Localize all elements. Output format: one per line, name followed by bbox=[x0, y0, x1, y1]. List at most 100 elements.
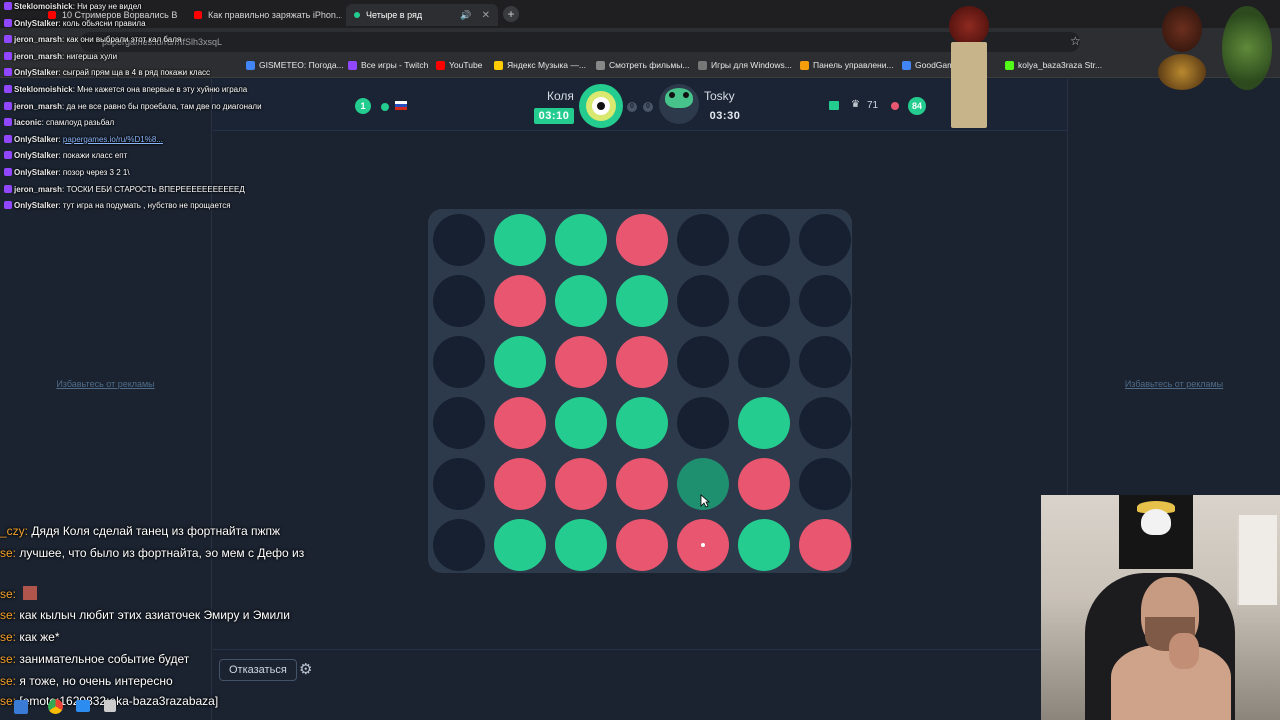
chat-username[interactable]: jeron_marsh bbox=[14, 102, 62, 111]
board-cell-r4-c2[interactable] bbox=[555, 458, 607, 510]
frog-icon bbox=[665, 88, 693, 108]
board-cell-r1-c0[interactable] bbox=[433, 275, 485, 327]
board-cell-r0-c1[interactable] bbox=[494, 214, 546, 266]
youtube-icon bbox=[194, 11, 202, 19]
wax-seal-icon bbox=[949, 6, 989, 46]
chat-username[interactable]: _czy: bbox=[0, 524, 28, 538]
chat-username[interactable]: jeron_marsh bbox=[14, 185, 62, 194]
chat-username[interactable]: se: bbox=[0, 587, 16, 601]
chrome-icon[interactable] bbox=[48, 699, 63, 714]
board-cell-r3-c2[interactable] bbox=[555, 397, 607, 449]
board-cell-r3-c3[interactable] bbox=[616, 397, 668, 449]
board-cell-r5-c5[interactable] bbox=[738, 519, 790, 571]
badge-icon bbox=[4, 51, 12, 60]
bookmark-control-panel[interactable]: Панель управлени... bbox=[800, 60, 894, 70]
board-cell-r0-c2[interactable] bbox=[555, 214, 607, 266]
bookmark-yandex-music[interactable]: Яндекс Музыка —... bbox=[494, 60, 586, 70]
board-cell-r1-c1[interactable] bbox=[494, 275, 546, 327]
board-cell-r1-c2[interactable] bbox=[555, 275, 607, 327]
game-footer: Отказаться ⚙ bbox=[213, 649, 1067, 720]
board-cell-r5-c0[interactable] bbox=[433, 519, 485, 571]
board-cell-r4-c6[interactable] bbox=[799, 458, 851, 510]
board-cell-r1-c5[interactable] bbox=[738, 275, 790, 327]
chat-icon[interactable] bbox=[829, 101, 839, 110]
board-cell-r1-c4[interactable] bbox=[677, 275, 729, 327]
tab-iphone[interactable]: Как правильно заряжать iPhon... ✕ bbox=[186, 4, 342, 26]
opponent-dot-icon bbox=[891, 102, 899, 110]
chat-username[interactable]: OnlyStalker bbox=[14, 151, 58, 160]
remove-ads-link[interactable]: Избавьтесь от рекламы bbox=[0, 379, 211, 389]
board-cell-r4-c3[interactable] bbox=[616, 458, 668, 510]
bookmark-gismeteo[interactable]: GISMETEO: Погода... bbox=[246, 60, 344, 70]
bookmark-kick[interactable]: kolya_baza3raza Str... bbox=[1005, 60, 1102, 70]
board-cell-r4-c1[interactable] bbox=[494, 458, 546, 510]
shelf-image bbox=[1237, 515, 1277, 605]
bookmark-films[interactable]: Смотреть фильмы... bbox=[596, 60, 689, 70]
speaker-icon[interactable]: 🔊 bbox=[460, 10, 471, 21]
board-cell-r5-c2[interactable] bbox=[555, 519, 607, 571]
board-cell-r3-c6[interactable] bbox=[799, 397, 851, 449]
windows-icon[interactable] bbox=[14, 700, 28, 714]
board-cell-r2-c1[interactable] bbox=[494, 336, 546, 388]
chat-username[interactable]: se: bbox=[0, 652, 16, 666]
chat-username[interactable]: OnlyStalker bbox=[14, 135, 58, 144]
board-cell-r4-c5[interactable] bbox=[738, 458, 790, 510]
chat-message: OnlyStalker: позор через 3 2 1\ bbox=[4, 166, 130, 179]
chat-username[interactable]: laconic bbox=[14, 118, 42, 127]
url-field[interactable]: papergames.io/ru/r/IfSlh3xsqL bbox=[80, 32, 1080, 52]
board-cell-r2-c4[interactable] bbox=[677, 336, 729, 388]
close-icon[interactable]: ✕ bbox=[482, 10, 490, 21]
chat-username[interactable]: se: bbox=[0, 608, 16, 622]
chat-username[interactable]: OnlyStalker bbox=[14, 19, 58, 28]
board-cell-r5-c4[interactable] bbox=[677, 519, 729, 571]
board-cell-r0-c3[interactable] bbox=[616, 214, 668, 266]
chat-username[interactable]: jeron_marsh bbox=[14, 35, 62, 44]
gear-icon[interactable]: ⚙ bbox=[299, 662, 315, 678]
board-cell-r5-c6[interactable] bbox=[799, 519, 851, 571]
chat-username[interactable]: se: bbox=[0, 674, 16, 688]
app-icon[interactable] bbox=[104, 700, 116, 712]
board-cell-r4-c0[interactable] bbox=[433, 458, 485, 510]
board-cell-r0-c6[interactable] bbox=[799, 214, 851, 266]
chat-username[interactable]: OnlyStalker bbox=[14, 68, 58, 77]
board-cell-r2-c2[interactable] bbox=[555, 336, 607, 388]
chat-message: jeron_marsh: нигерша хули bbox=[4, 50, 117, 63]
chat-text: я тоже, но очень интересно bbox=[19, 674, 173, 688]
chat-username[interactable]: se: bbox=[0, 546, 16, 560]
chat-username[interactable]: jeron_marsh bbox=[14, 52, 62, 61]
chat-username[interactable]: OnlyStalker bbox=[14, 168, 58, 177]
chat-username[interactable]: OnlyStalker bbox=[14, 201, 58, 210]
bookmark-twitch[interactable]: Все игры - Twitch bbox=[348, 60, 428, 70]
board-cell-r5-c1[interactable] bbox=[494, 519, 546, 571]
bookmark-windows-games[interactable]: Игры для Windows... bbox=[698, 60, 792, 70]
chat-message: jeron_marsh: да не все равно бы проебала… bbox=[4, 100, 262, 113]
player1-timer: 03:10 bbox=[534, 108, 574, 124]
new-tab-button[interactable]: + bbox=[503, 6, 519, 22]
chat-link[interactable]: papergames.io/ru/%D1%8... bbox=[63, 135, 163, 144]
board-cell-r2-c6[interactable] bbox=[799, 336, 851, 388]
board-cell-r3-c4[interactable] bbox=[677, 397, 729, 449]
board-cell-r2-c0[interactable] bbox=[433, 336, 485, 388]
remove-ads-link[interactable]: Избавьтесь от рекламы bbox=[1068, 379, 1280, 389]
board-cell-r3-c0[interactable] bbox=[433, 397, 485, 449]
webcam-feed bbox=[1041, 495, 1280, 720]
badge-icon bbox=[4, 85, 12, 93]
board-cell-r1-c3[interactable] bbox=[616, 275, 668, 327]
board-cell-r3-c1[interactable] bbox=[494, 397, 546, 449]
board-cell-r2-c3[interactable] bbox=[616, 336, 668, 388]
board-cell-r0-c5[interactable] bbox=[738, 214, 790, 266]
board-cell-r0-c4[interactable] bbox=[677, 214, 729, 266]
board-cell-r5-c3[interactable] bbox=[616, 519, 668, 571]
chat-username[interactable]: Steklomoishick bbox=[14, 85, 73, 94]
tab-four-in-row[interactable]: Четыре в ряд 🔊 ✕ bbox=[346, 4, 498, 26]
chat-username[interactable]: se: bbox=[0, 630, 16, 644]
board-cell-r3-c5[interactable] bbox=[738, 397, 790, 449]
chat-username[interactable]: Steklomoishick bbox=[14, 2, 73, 11]
bookmark-star-icon[interactable]: ☆ bbox=[1070, 34, 1081, 48]
board-cell-r1-c6[interactable] bbox=[799, 275, 851, 327]
bookmark-youtube[interactable]: YouTube bbox=[436, 60, 482, 70]
board-cell-r2-c5[interactable] bbox=[738, 336, 790, 388]
decline-button[interactable]: Отказаться bbox=[219, 659, 297, 681]
app-icon[interactable] bbox=[76, 700, 90, 712]
board-cell-r0-c0[interactable] bbox=[433, 214, 485, 266]
